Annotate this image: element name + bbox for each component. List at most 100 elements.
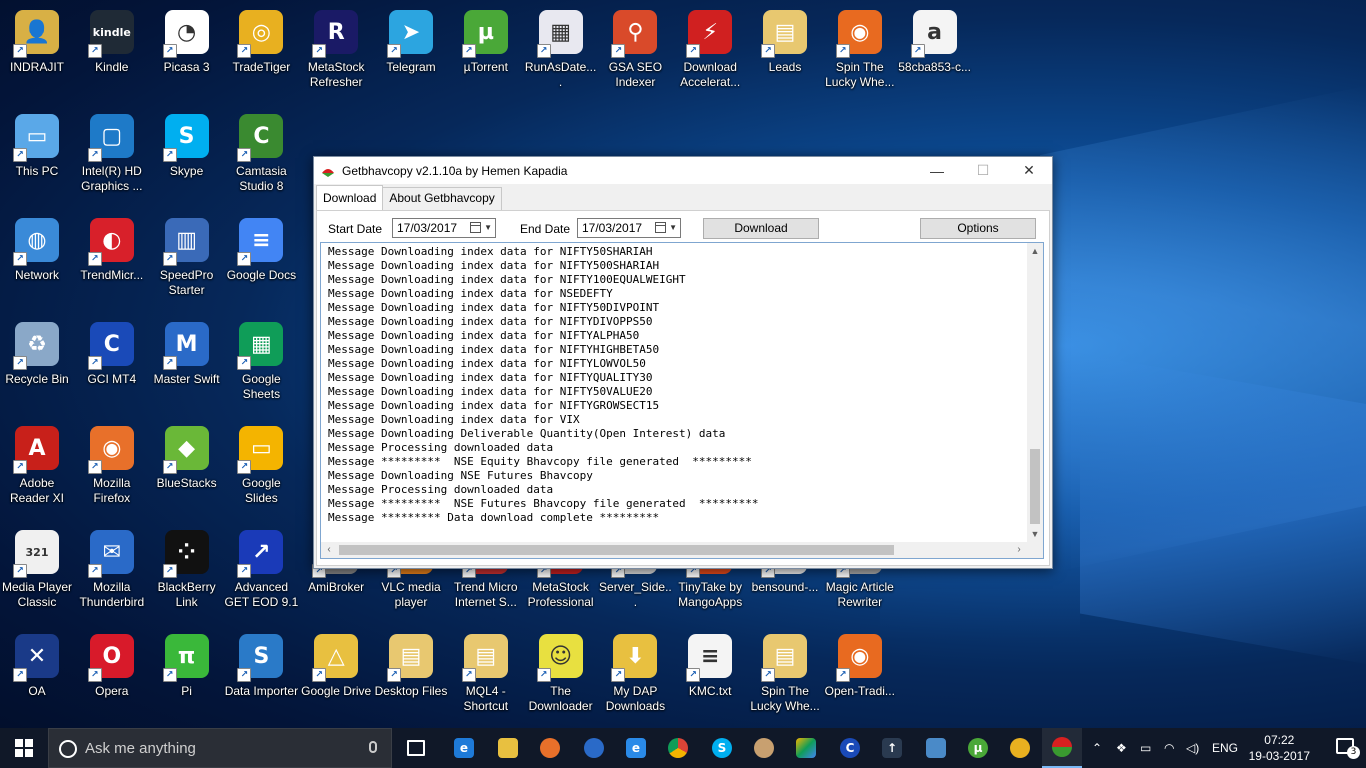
maximize-button[interactable]: ☐ <box>960 157 1006 184</box>
desktop-icon-image: ⚲ ↗ <box>611 10 658 58</box>
desktop-icon-image: 👤 ↗ <box>13 10 59 58</box>
start-button[interactable] <box>0 728 48 768</box>
desktop-icon[interactable]: ▤ ↗ Desktop Files <box>374 634 448 699</box>
desktop-icon[interactable]: ▢ ↗ Intel(R) HD Graphics ... <box>75 114 149 194</box>
paint-icon[interactable] <box>744 728 784 768</box>
log-line: Message Downloading index data for NIFTY… <box>328 371 653 384</box>
internet-explorer-icon[interactable]: e <box>616 728 656 768</box>
drive-icon[interactable] <box>786 728 826 768</box>
dropbox-icon[interactable]: ❖ <box>1116 728 1127 768</box>
desktop-icon[interactable]: ◉ ↗ Open-Tradi... <box>823 634 897 699</box>
desktop-icon[interactable]: ≡ ↗ Google Docs <box>224 218 298 283</box>
desktop-icon[interactable]: ➤ ↗ Telegram <box>374 10 448 75</box>
desktop-icon[interactable]: ↗ ↗ Advanced GET EOD 9.1 <box>224 530 298 610</box>
scroll-right-icon[interactable]: › <box>1011 542 1027 558</box>
desktop-icon[interactable]: ⁘ ↗ BlackBerry Link <box>150 530 224 610</box>
desktop-icon[interactable]: O ↗ Opera <box>75 634 149 699</box>
network-icon[interactable]: ▭ <box>1140 728 1151 768</box>
desktop-icon-image: ⚡ ↗ <box>686 10 733 58</box>
desktop-icon[interactable]: kindle ↗ Kindle <box>75 10 149 75</box>
taskbar: Ask me anything e e S C ↑ µ ⌃ ❖ ▭ ◠ ◁) E… <box>0 728 1366 768</box>
scroll-down-icon[interactable]: ▼ <box>1027 526 1043 542</box>
chrome-icon[interactable] <box>658 728 698 768</box>
horizontal-scrollbar[interactable]: ‹ › <box>321 542 1043 558</box>
desktop-icon[interactable]: C ↗ Camtasia Studio 8 <box>224 114 298 194</box>
desktop-icon[interactable]: ♻ ↗ Recycle Bin <box>0 322 74 387</box>
tab-about[interactable]: About Getbhavcopy <box>382 187 502 211</box>
desktop-icon[interactable]: ≡ ↗ KMC.txt <box>673 634 747 699</box>
desktop-icon[interactable]: S ↗ Data Importer <box>224 634 298 699</box>
tradetiger-icon[interactable] <box>1000 728 1040 768</box>
app-arrow-icon[interactable]: ↑ <box>872 728 912 768</box>
scroll-up-icon[interactable]: ▲ <box>1027 243 1043 259</box>
close-button[interactable]: ✕ <box>1006 157 1052 184</box>
desktop-icon[interactable]: C ↗ GCI MT4 <box>75 322 149 387</box>
desktop-icon[interactable]: 321 ↗ Media Player Classic <box>0 530 74 610</box>
end-date-picker[interactable]: 17/03/2017 ▼ <box>577 218 681 238</box>
desktop-icon[interactable]: ⚲ ↗ GSA SEO Indexer <box>598 10 672 90</box>
search-placeholder: Ask me anything <box>85 740 196 757</box>
tray-chevron-icon[interactable]: ⌃ <box>1092 728 1102 768</box>
desktop-icon[interactable]: R ↗ MetaStock Refresher <box>299 10 373 90</box>
minimize-button[interactable]: — <box>914 157 960 184</box>
desktop-icon[interactable]: ✉ ↗ Mozilla Thunderbird <box>75 530 149 610</box>
firefox-icon[interactable] <box>530 728 570 768</box>
start-date-picker[interactable]: 17/03/2017 ▼ <box>392 218 496 238</box>
desktop-icon[interactable]: 👤 ↗ INDRAJIT <box>0 10 74 75</box>
desktop-icon-label: Mozilla Thunderbird <box>79 580 145 609</box>
edge-icon[interactable]: e <box>444 728 484 768</box>
search-box[interactable]: Ask me anything <box>48 728 392 768</box>
desktop-icon[interactable]: ✕ ↗ OA <box>0 634 74 699</box>
message-log[interactable]: Message Downloading index data for NIFTY… <box>320 242 1044 559</box>
desktop-icon[interactable]: ▦ ↗ Google Sheets <box>224 322 298 402</box>
file-explorer-icon[interactable] <box>488 728 528 768</box>
vertical-scrollbar[interactable]: ▲ ▼ <box>1027 243 1043 542</box>
volume-icon[interactable]: ◁) <box>1186 728 1199 768</box>
skype-icon[interactable]: S <box>702 728 742 768</box>
desktop-icon[interactable]: ▭ ↗ Google Slides <box>224 426 298 506</box>
window-titlebar[interactable]: Getbhavcopy v2.1.10a by Hemen Kapadia — … <box>314 157 1052 184</box>
desktop-icon[interactable]: ◎ ↗ TradeTiger <box>224 10 298 75</box>
desktop-icon[interactable]: µ ↗ µTorrent <box>449 10 523 75</box>
clock[interactable]: 07:22 19-03-2017 <box>1249 732 1310 764</box>
desktop-icon[interactable]: a ↗ 58cba853-c... <box>898 10 972 75</box>
desktop-icon[interactable]: ▤ ↗ Leads <box>748 10 822 75</box>
tab-download[interactable]: Download <box>316 185 384 213</box>
gci-icon[interactable]: C <box>830 728 870 768</box>
vertical-scroll-thumb[interactable] <box>1030 449 1040 524</box>
shortcut-arrow-icon: ↗ <box>162 148 177 162</box>
desktop-icon[interactable]: ▦ ↗ RunAsDate.... <box>524 10 598 90</box>
desktop-icon[interactable]: ⬇ ↗ My DAP Downloads <box>598 634 672 714</box>
desktop-icon[interactable]: ▥ ↗ SpeedPro Starter <box>150 218 224 298</box>
desktop-icon[interactable]: ◉ ↗ Spin The Lucky Whe... <box>823 10 897 90</box>
desktop-icon[interactable]: ▭ ↗ This PC <box>0 114 74 179</box>
utorrent-icon[interactable]: µ <box>958 728 998 768</box>
download-button[interactable]: Download <box>703 218 819 239</box>
desktop-icon[interactable]: S ↗ Skype <box>150 114 224 179</box>
monitor-app-icon[interactable] <box>916 728 956 768</box>
microphone-icon[interactable] <box>369 741 377 753</box>
log-line: Message Downloading index data for NIFTY… <box>328 385 653 398</box>
thunderbird-icon[interactable] <box>574 728 614 768</box>
options-button[interactable]: Options <box>920 218 1036 239</box>
desktop-icon[interactable]: ☺ ↗ The Downloader <box>524 634 598 714</box>
scroll-left-icon[interactable]: ‹ <box>321 542 337 558</box>
desktop-icon[interactable]: M ↗ Master Swift <box>150 322 224 387</box>
desktop-icon[interactable]: ◐ ↗ TrendMicr... <box>75 218 149 283</box>
desktop-icon[interactable]: ▤ ↗ MQL4 - Shortcut <box>449 634 523 714</box>
horizontal-scroll-thumb[interactable] <box>339 545 894 555</box>
task-view-icon[interactable] <box>396 728 436 768</box>
desktop-icon[interactable]: △ ↗ Google Drive <box>299 634 373 699</box>
desktop-icon[interactable]: π ↗ Pi <box>150 634 224 699</box>
desktop-icon[interactable]: A ↗ Adobe Reader XI <box>0 426 74 506</box>
language-indicator[interactable]: ENG <box>1212 728 1238 768</box>
desktop-icon[interactable]: ▤ ↗ Spin The Lucky Whe... <box>748 634 822 714</box>
getbhavcopy-taskbar-icon[interactable] <box>1042 728 1082 768</box>
desktop-icon[interactable]: ◍ ↗ Network <box>0 218 74 283</box>
action-center-icon[interactable]: 3 <box>1336 738 1360 759</box>
desktop-icon[interactable]: ◔ ↗ Picasa 3 <box>150 10 224 75</box>
desktop-icon[interactable]: ⚡ ↗ Download Accelerat... <box>673 10 747 90</box>
desktop-icon[interactable]: ◆ ↗ BlueStacks <box>150 426 224 491</box>
desktop-icon[interactable]: ◉ ↗ Mozilla Firefox <box>75 426 149 506</box>
wifi-icon[interactable]: ◠ <box>1164 728 1174 768</box>
